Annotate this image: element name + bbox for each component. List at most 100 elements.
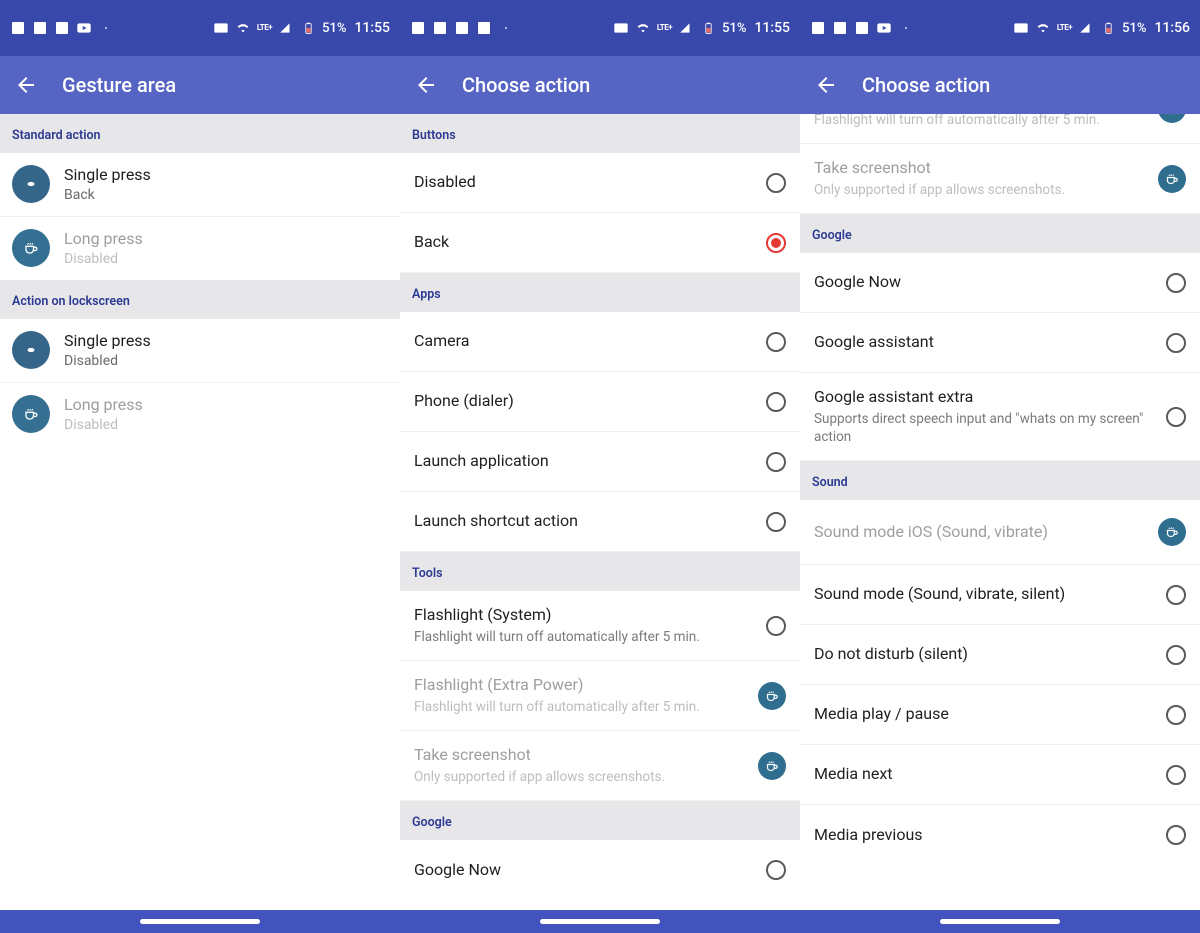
- option-launch-app[interactable]: Launch application: [400, 432, 800, 492]
- section-sound: Sound: [800, 461, 1200, 500]
- back-button[interactable]: [14, 73, 38, 97]
- radio-button[interactable]: [766, 392, 786, 412]
- app-bar: Choose action: [400, 56, 800, 114]
- option-back[interactable]: Back: [400, 213, 800, 273]
- screen-choose-action-1: LTE+ 51% 11:55 Choose action Buttons Dis…: [400, 0, 800, 910]
- option-label: Disabled: [414, 172, 756, 193]
- premium-badge-icon[interactable]: [758, 682, 786, 710]
- status-bar: LTE+ 51% 11:55: [400, 0, 800, 56]
- option-label: Do not disturb (silent): [814, 644, 1156, 665]
- option-disabled[interactable]: Disabled: [400, 153, 800, 213]
- option-camera[interactable]: Camera: [400, 312, 800, 372]
- option-launch-shortcut[interactable]: Launch shortcut action: [400, 492, 800, 552]
- option-label: Take screenshot: [414, 745, 748, 766]
- radio-button[interactable]: [1166, 273, 1186, 293]
- app-bar: Gesture area: [0, 56, 400, 114]
- radio-button[interactable]: [766, 512, 786, 532]
- radio-button[interactable]: [766, 233, 786, 253]
- option-take-screenshot[interactable]: Take screenshot Only supported if app al…: [800, 144, 1200, 214]
- volte-icon: [613, 20, 629, 36]
- battery-text: 51%: [722, 21, 746, 36]
- option-dnd[interactable]: Do not disturb (silent): [800, 625, 1200, 685]
- coffee-icon: [12, 395, 50, 433]
- radio-button[interactable]: [766, 173, 786, 193]
- radio-button[interactable]: [1166, 333, 1186, 353]
- nav-pill[interactable]: [140, 919, 260, 924]
- option-google-now[interactable]: Google Now: [800, 253, 1200, 313]
- row-ls-long-press[interactable]: Long press Disabled: [0, 383, 400, 446]
- radio-button[interactable]: [1166, 645, 1186, 665]
- radio-button[interactable]: [1166, 825, 1186, 845]
- app-bar: Choose action: [800, 56, 1200, 114]
- back-button[interactable]: [414, 73, 438, 97]
- notif-icon: [854, 20, 870, 36]
- dot-icon: [98, 20, 114, 36]
- dot-icon: [498, 20, 514, 36]
- row-single-press[interactable]: Single press Back: [0, 153, 400, 217]
- option-phone[interactable]: Phone (dialer): [400, 372, 800, 432]
- radio-button[interactable]: [1166, 407, 1186, 427]
- notif-icon: [432, 20, 448, 36]
- option-take-screenshot[interactable]: Take screenshot Only supported if app al…: [400, 731, 800, 801]
- radio-button[interactable]: [1166, 705, 1186, 725]
- option-sublabel: Flashlight will turn off automatically a…: [414, 628, 756, 646]
- option-media-prev[interactable]: Media previous: [800, 805, 1200, 865]
- battery-icon: [700, 20, 716, 36]
- wifi-icon: [235, 20, 251, 36]
- option-label: Google Now: [414, 860, 756, 881]
- battery-text: 51%: [322, 21, 346, 36]
- option-sublabel: Only supported if app allows screenshots…: [414, 768, 748, 786]
- row-subtitle: Disabled: [64, 250, 143, 268]
- button-icon: [12, 165, 50, 203]
- row-long-press[interactable]: Long press Disabled: [0, 217, 400, 280]
- section-standard-action: Standard action: [0, 114, 400, 153]
- option-media-play[interactable]: Media play / pause: [800, 685, 1200, 745]
- radio-button[interactable]: [766, 332, 786, 352]
- nav-pill[interactable]: [540, 919, 660, 924]
- option-sublabel: Flashlight will turn off automatically a…: [814, 114, 1148, 129]
- option-label: Sound mode (Sound, vibrate, silent): [814, 584, 1156, 605]
- section-apps: Apps: [400, 273, 800, 312]
- option-label: Back: [414, 232, 756, 253]
- wifi-icon: [635, 20, 651, 36]
- option-google-assistant[interactable]: Google assistant: [800, 313, 1200, 373]
- option-sound-ios[interactable]: Sound mode iOS (Sound, vibrate): [800, 500, 1200, 565]
- notif-icon: [476, 20, 492, 36]
- radio-button[interactable]: [766, 616, 786, 636]
- premium-badge-icon[interactable]: [1158, 114, 1186, 123]
- system-nav-bar: [0, 910, 1200, 933]
- option-flashlight-system[interactable]: Flashlight (System) Flashlight will turn…: [400, 591, 800, 661]
- signal-icon: [678, 20, 694, 36]
- radio-button[interactable]: [766, 452, 786, 472]
- option-sound-mode[interactable]: Sound mode (Sound, vibrate, silent): [800, 565, 1200, 625]
- row-subtitle: Disabled: [64, 416, 143, 434]
- screen-choose-action-2: LTE+ 51% 11:56 Choose action Flashlight …: [800, 0, 1200, 910]
- premium-badge-icon[interactable]: [1158, 518, 1186, 546]
- premium-badge-icon[interactable]: [758, 752, 786, 780]
- option-label: Flashlight (System): [414, 605, 756, 626]
- option-label: Launch shortcut action: [414, 511, 756, 532]
- premium-badge-icon[interactable]: [1158, 165, 1186, 193]
- coffee-icon: [12, 229, 50, 267]
- option-google-now[interactable]: Google Now: [400, 840, 800, 900]
- option-media-next[interactable]: Media next: [800, 745, 1200, 805]
- radio-button[interactable]: [1166, 765, 1186, 785]
- notif-icon: [32, 20, 48, 36]
- clock: 11:56: [1154, 20, 1190, 36]
- option-flashlight-extra[interactable]: Flashlight (Extra Power) Flashlight will…: [800, 114, 1200, 144]
- option-label: Phone (dialer): [414, 391, 756, 412]
- battery-icon: [1100, 20, 1116, 36]
- radio-button[interactable]: [766, 860, 786, 880]
- notif-icon: [54, 20, 70, 36]
- radio-button[interactable]: [1166, 585, 1186, 605]
- option-google-assistant-extra[interactable]: Google assistant extra Supports direct s…: [800, 373, 1200, 461]
- option-flashlight-extra[interactable]: Flashlight (Extra Power) Flashlight will…: [400, 661, 800, 731]
- option-sublabel: Only supported if app allows screenshots…: [814, 181, 1148, 199]
- option-label: Media next: [814, 764, 1156, 785]
- row-ls-single-press[interactable]: Single press Disabled: [0, 319, 400, 383]
- option-label: Google assistant extra: [814, 387, 1156, 408]
- nav-pill[interactable]: [940, 919, 1060, 924]
- back-button[interactable]: [814, 73, 838, 97]
- battery-text: 51%: [1122, 21, 1146, 36]
- volte-icon: [213, 20, 229, 36]
